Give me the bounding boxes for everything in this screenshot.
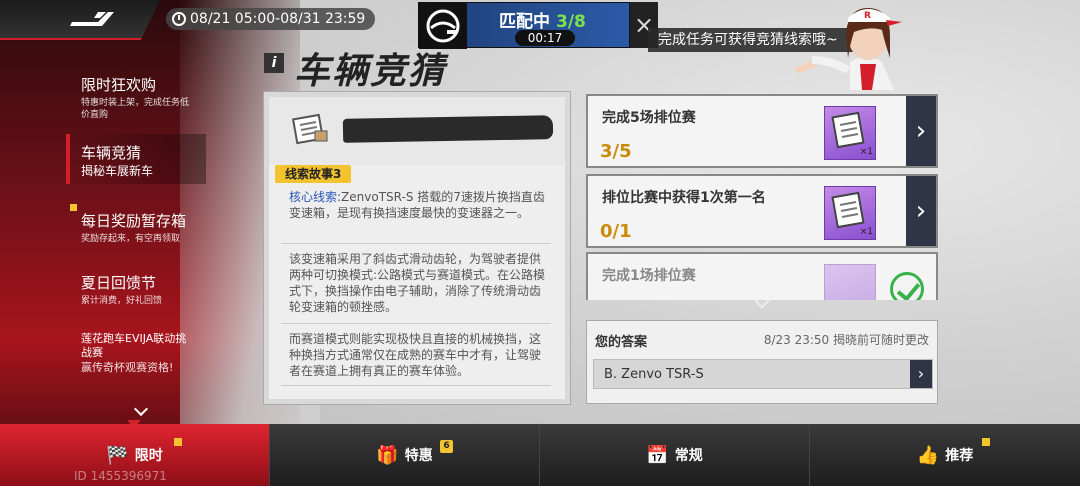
chevron-right-icon[interactable]: › xyxy=(910,360,932,388)
tab-label: 限时 xyxy=(134,448,163,464)
task-card[interactable]: 排位比赛中获得1次第一名 0/1 ×1 › xyxy=(586,174,938,248)
notification-dot xyxy=(174,438,182,446)
task-go-button[interactable]: › xyxy=(906,96,936,166)
match-timer: 00:17 xyxy=(515,30,575,46)
sidebar-item-label: 每日奖励暂存箱 xyxy=(81,212,187,230)
reward-item-icon: ×1 xyxy=(824,106,876,160)
task-progress: 3/5 xyxy=(600,141,632,162)
task-card[interactable]: 完成5场排位赛 3/5 ×1 › xyxy=(586,94,938,168)
tab-regular[interactable]: 📅 常规 xyxy=(540,424,810,486)
clue-card: 线索故事3 核心线索:ZenvoTSR-S 搭载的7速拨片换挡直齿变速箱，是现有… xyxy=(264,92,570,404)
sidebar-item-label: 限时狂欢购 xyxy=(81,76,157,94)
chevron-right-icon: › xyxy=(915,196,927,226)
tab-special-offer[interactable]: 🎁 特惠 6 xyxy=(270,424,540,486)
divider xyxy=(281,243,551,244)
tab-recommended[interactable]: 👍 推荐 xyxy=(810,424,1080,486)
reward-quantity: ×1 xyxy=(859,147,873,157)
answer-panel: 您的答案 8/23 23:50 揭晓前可随时更改 B. Zenvo TSR-S … xyxy=(586,320,938,404)
helmet-icon xyxy=(426,9,460,43)
checkered-flag-icon: 🏁 xyxy=(106,444,129,466)
task-list: 完成5场排位赛 3/5 ×1 › 排位比赛中获得1次第一名 0/1 ×1 › 完… xyxy=(586,90,938,300)
completed-check-icon xyxy=(890,272,924,300)
sidebar-item-daily-reward-box[interactable]: 每日奖励暂存箱 奖励存起来，有空再领取 xyxy=(0,210,200,245)
sidebar-item-sublabel: 奖励存起来，有空再领取 xyxy=(81,234,181,244)
sidebar: 限时狂欢购 特惠时装上架，完成任务低价直购 车辆竞猜 揭秘车展新车 每日奖励暂存… xyxy=(0,62,206,417)
task-progress: 0/1 xyxy=(600,221,632,242)
tab-label: 推荐 xyxy=(945,448,974,464)
clue-paragraph-core: 核心线索:ZenvoTSR-S 搭载的7速拨片换挡直齿变速箱，是现有换挡速度最快… xyxy=(289,189,551,221)
tab-badge-count: 6 xyxy=(440,440,453,453)
player-id: ID 1455396971 xyxy=(74,469,167,483)
tab-label: 常规 xyxy=(674,448,703,464)
gift-icon: 🎁 xyxy=(376,444,399,466)
reward-item-icon xyxy=(824,264,876,300)
notification-dot xyxy=(982,438,990,446)
divider xyxy=(281,385,551,386)
thumbs-up-icon: 👍 xyxy=(916,444,940,466)
answer-select[interactable]: B. Zenvo TSR-S › xyxy=(593,359,933,389)
event-time-text: 08/21 05:00-08/31 23:59 xyxy=(190,11,366,27)
clock-icon xyxy=(172,12,186,26)
page-title: 车辆竞猜 xyxy=(294,51,447,92)
info-icon[interactable]: i xyxy=(264,53,284,73)
answer-deadline-note: 8/23 23:50 揭晓前可随时更改 xyxy=(763,333,929,347)
reward-quantity: ×1 xyxy=(859,227,873,237)
matchmaking-status: 匹配中 3/8 xyxy=(499,7,586,32)
sidebar-item-label: 车辆竞猜 xyxy=(81,144,142,162)
clue-paragraph-3: 而赛道模式则能实现极快且直接的机械换挡，这种换挡方式通常仅在成熟的赛车中才有，让… xyxy=(289,332,542,378)
sidebar-item-flash-sale[interactable]: 限时狂欢购 特惠时装上架，完成任务低价直购 xyxy=(0,74,200,121)
sidebar-item-sublabel: 赢传奇杯观赛资格! xyxy=(81,361,174,374)
match-status-text: 匹配中 xyxy=(499,12,550,32)
sidebar-item-label: 莲花跑车EVIJA联动挑战赛 xyxy=(81,332,187,359)
tab-label: 特惠 xyxy=(404,448,433,464)
sidebar-item-sublabel: 特惠时装上架，完成任务低价直购 xyxy=(81,98,190,120)
guide-character-avatar: R xyxy=(794,8,902,90)
task-name: 完成1场排位赛 xyxy=(602,268,696,284)
clue-paragraph-2: 该变速箱采用了斜齿式滑动齿轮，为驾驶者提供两种可切换模式:公路模式与赛道模式。在… xyxy=(289,252,546,314)
task-name: 完成5场排位赛 xyxy=(602,110,696,126)
clue-story-tag: 线索故事3 xyxy=(275,165,352,183)
clue-document-icon xyxy=(291,113,328,145)
back-logo-button[interactable] xyxy=(0,0,160,40)
redacted-title xyxy=(342,115,554,143)
calendar-star-icon: 📅 xyxy=(646,444,669,466)
svg-text:R: R xyxy=(864,11,871,21)
sidebar-item-lotus-challenge[interactable]: 莲花跑车EVIJA联动挑战赛 赢传奇杯观赛资格! xyxy=(0,332,200,374)
matchmaking-panel[interactable]: 匹配中 3/8 00:17 xyxy=(418,2,630,49)
sidebar-item-vehicle-guess[interactable]: 车辆竞猜 揭秘车展新车 xyxy=(66,134,206,184)
sidebar-item-sublabel: 累计消费，好礼回馈 xyxy=(81,296,163,306)
clue-key-label: 核心线索: xyxy=(289,190,342,204)
event-timer: 08/21 05:00-08/31 23:59 xyxy=(166,8,376,30)
chevron-right-icon: › xyxy=(915,116,927,146)
game-logo-icon xyxy=(70,12,114,26)
sidebar-item-summer-festival[interactable]: 夏日回馈节 累计消费，好礼回馈 xyxy=(0,272,200,307)
task-go-button[interactable]: › xyxy=(906,176,936,246)
answer-label: 您的答案 xyxy=(595,335,648,350)
match-count: 3/8 xyxy=(556,12,586,32)
divider xyxy=(281,323,551,324)
sidebar-item-label: 夏日回馈节 xyxy=(81,274,157,292)
sidebar-item-sublabel: 揭秘车展新车 xyxy=(81,164,154,178)
task-name: 排位比赛中获得1次第一名 xyxy=(602,190,766,206)
answer-value: B. Zenvo TSR-S xyxy=(604,367,704,382)
reward-item-icon: ×1 xyxy=(824,186,876,240)
